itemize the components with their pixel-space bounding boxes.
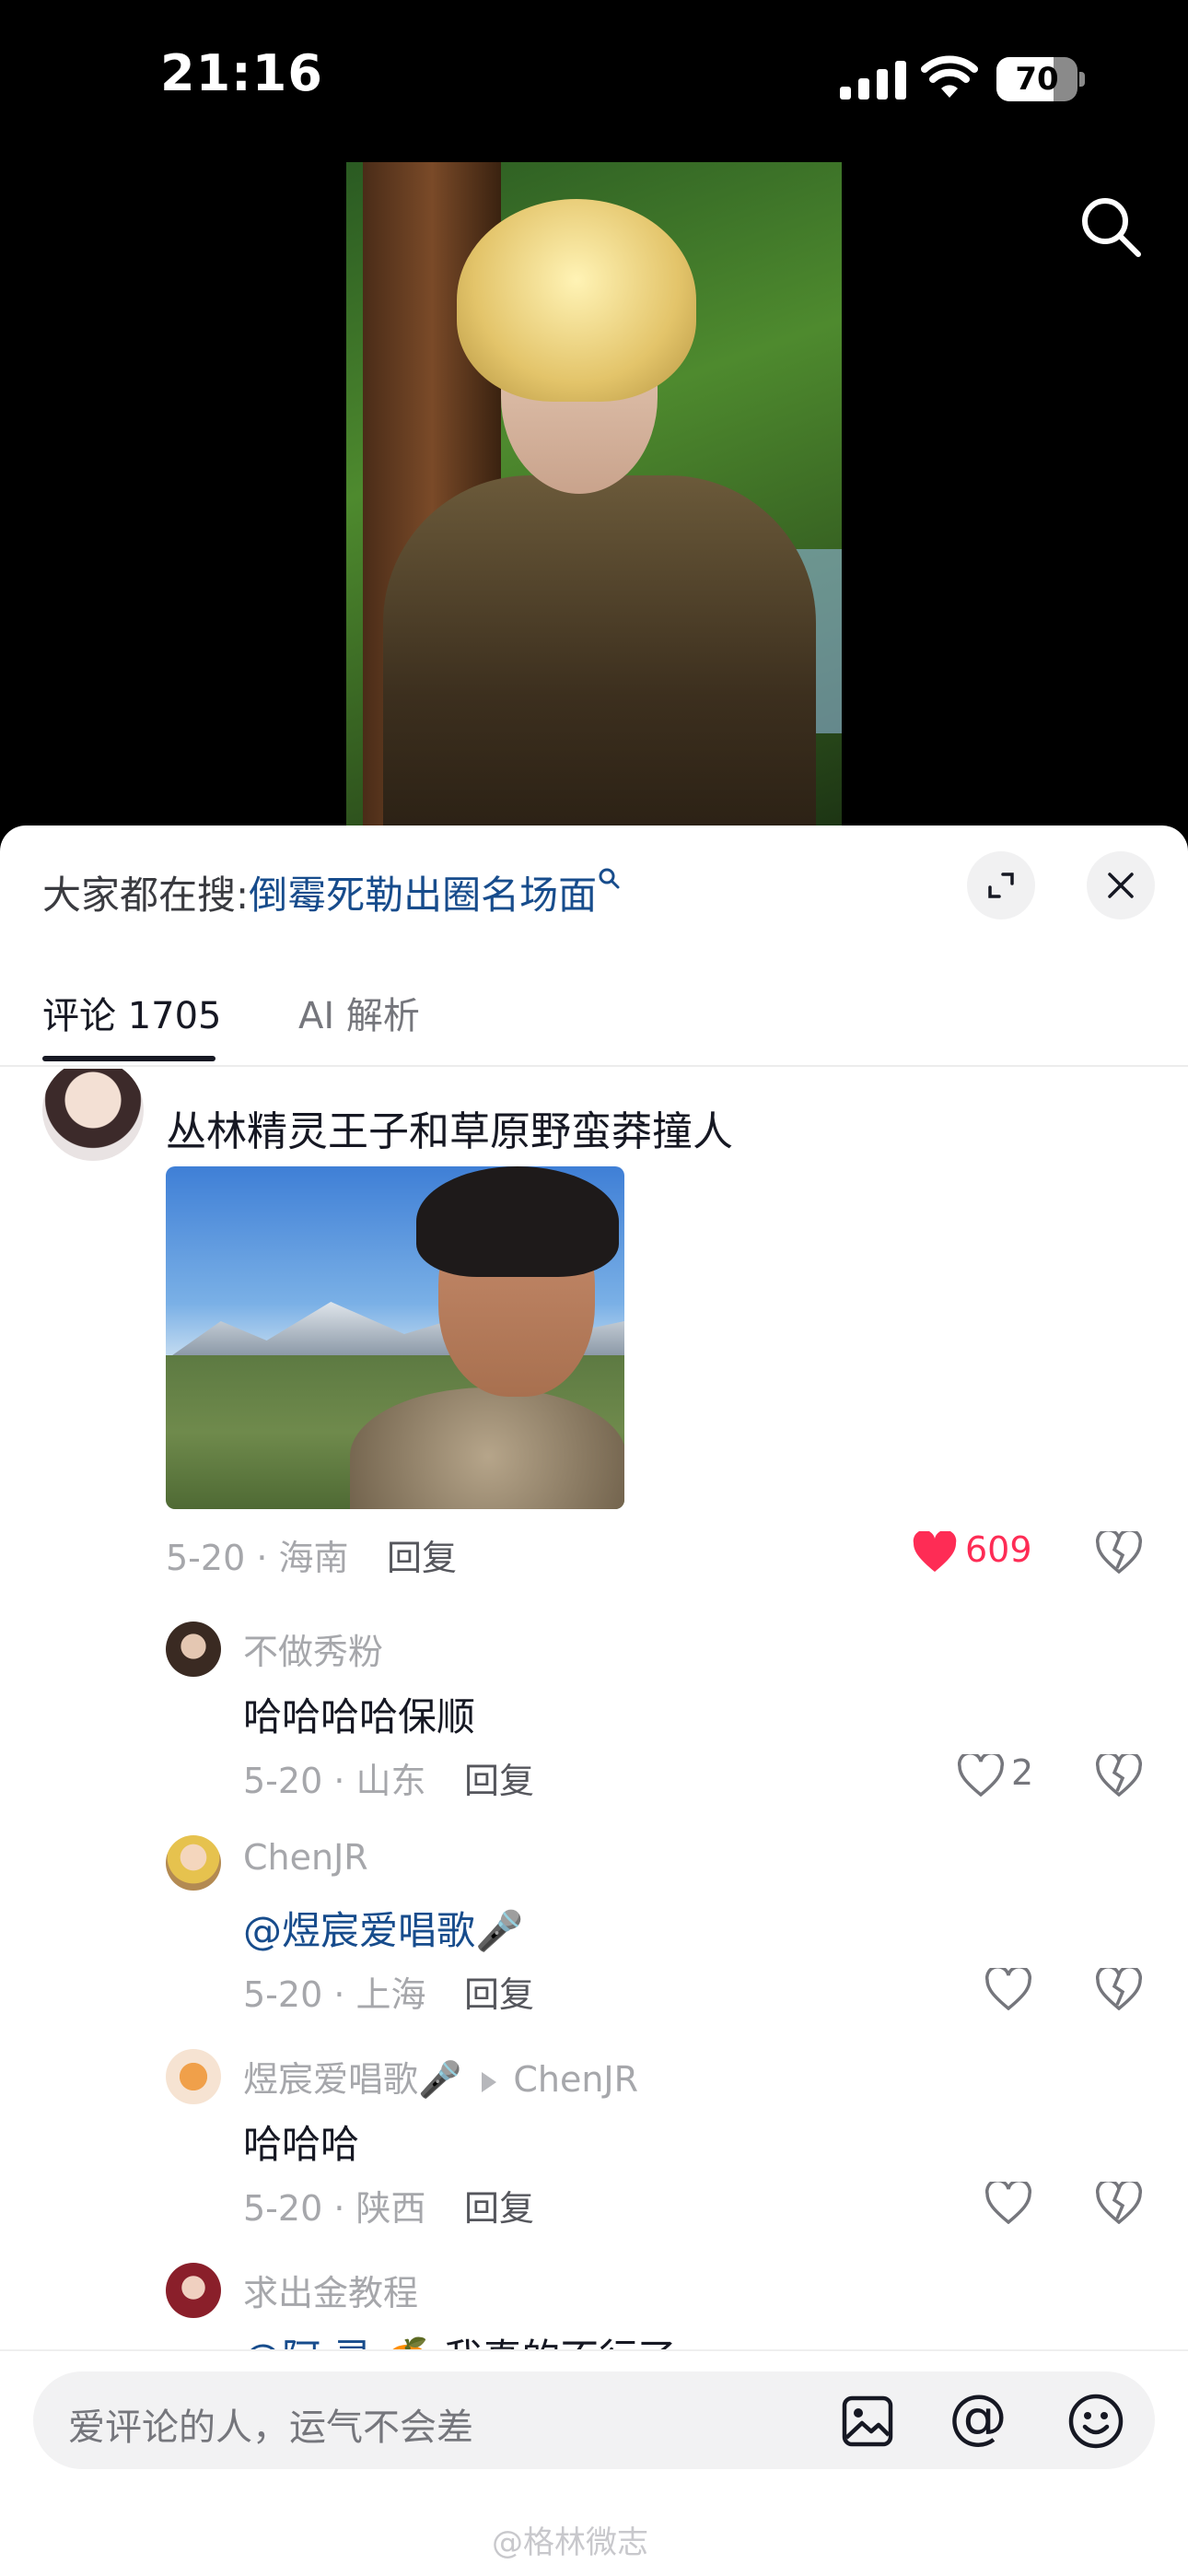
avatar[interactable]: [166, 2049, 221, 2104]
heart-icon[interactable]: [985, 2182, 1031, 2224]
expand-button[interactable]: [967, 851, 1035, 919]
video-player[interactable]: [346, 162, 842, 825]
reply-button[interactable]: 回复: [464, 1966, 534, 2017]
mention-link[interactable]: @阿 灵.🍊: [243, 2336, 432, 2349]
close-icon: [1108, 872, 1134, 898]
like-count: 2: [1011, 1752, 1034, 1793]
reply-button[interactable]: 回复: [387, 1529, 457, 1580]
comment-text: 丛林精灵王子和草原野蛮莽撞人: [166, 1108, 733, 1155]
status-time: 21:16: [160, 44, 323, 102]
reply-author-line: 煜宸爱唱歌🎤 ChenJR: [243, 2051, 638, 2102]
search-icon[interactable]: [1077, 193, 1144, 260]
like-count: 609: [965, 1529, 1032, 1570]
heart-icon[interactable]: [958, 1754, 1004, 1797]
hot-search-prefix: 大家都在搜:: [42, 872, 250, 918]
comment-input[interactable]: 爱评论的人，运气不会差 @: [33, 2371, 1155, 2469]
reply-button[interactable]: 回复: [464, 1752, 534, 1803]
heart-filled-icon[interactable]: [912, 1531, 958, 1574]
tab-ai-analysis[interactable]: AI 解析: [298, 986, 420, 1039]
dislike-icon[interactable]: [1096, 1531, 1142, 1574]
tab-bar: 评论 1705 AI 解析: [0, 973, 1188, 1067]
comment-image[interactable]: [166, 1166, 624, 1509]
avatar[interactable]: [166, 1835, 221, 1891]
signal-icon: [840, 61, 906, 100]
avatar[interactable]: [166, 1622, 221, 1677]
avatar[interactable]: [166, 2263, 221, 2318]
reply-author[interactable]: 不做秀粉: [243, 1623, 383, 1674]
reply-author[interactable]: 求出金教程: [243, 2265, 418, 2315]
emoji-icon[interactable]: [1066, 2392, 1125, 2451]
battery-icon: 70: [996, 57, 1085, 101]
at-mention-icon[interactable]: @: [949, 2388, 1007, 2447]
mention-link[interactable]: @煜宸爱唱歌🎤: [243, 1900, 523, 1956]
comment-input-bar: 爱评论的人，运气不会差 @ @格林微志: [0, 2349, 1188, 2576]
hot-search-link[interactable]: 倒霉死勒出圈名场面: [249, 872, 597, 918]
avatar[interactable]: [42, 1069, 144, 1161]
watermark: @格林微志: [492, 2524, 648, 2561]
close-button[interactable]: [1087, 851, 1155, 919]
dislike-icon[interactable]: [1096, 2182, 1142, 2224]
reply-text: 哈哈哈哈保顺: [243, 1694, 476, 1739]
dislike-icon[interactable]: [1096, 1754, 1142, 1797]
tab-comments[interactable]: 评论 1705: [42, 986, 222, 1039]
reply-button[interactable]: 回复: [464, 2180, 534, 2231]
active-tab-indicator: [42, 1056, 215, 1061]
comment-meta: 5-20 · 海南: [166, 1538, 349, 1578]
image-icon[interactable]: [840, 2394, 895, 2449]
comment-sheet: 大家都在搜:倒霉死勒出圈名场面 评论 1705 AI 解析 丛林精灵王子和草原野…: [0, 825, 1188, 2576]
reply-author[interactable]: ChenJR: [243, 1837, 368, 1878]
reply-text: 我真的不行了: [432, 2336, 676, 2349]
dislike-icon[interactable]: [1096, 1968, 1142, 2010]
search-icon: [599, 868, 620, 889]
reply-meta: 5-20 · 山东: [243, 1761, 426, 1801]
reply-author[interactable]: 煜宸爱唱歌🎤: [243, 2059, 461, 2100]
wifi-icon: [921, 55, 978, 98]
expand-icon: [988, 872, 1014, 898]
heart-icon[interactable]: [985, 1968, 1031, 2010]
reply-meta: 5-20 · 上海: [243, 1974, 426, 2015]
reply-text: 哈哈哈: [243, 2122, 360, 2167]
reply-to-name[interactable]: ChenJR: [513, 2059, 638, 2100]
reply-text-line: @阿 灵.🍊 我真的不行了: [243, 2327, 676, 2349]
reply-meta: 5-20 · 陕西: [243, 2188, 426, 2229]
comment-input-placeholder: 爱评论的人，运气不会差: [68, 2406, 473, 2449]
hot-search[interactable]: 大家都在搜:倒霉死勒出圈名场面: [42, 864, 621, 920]
comment-list[interactable]: 丛林精灵王子和草原野蛮莽撞人 5-20 · 海南 回复 609 不做秀粉 哈哈哈…: [0, 1069, 1188, 2349]
battery-level: 70: [1015, 61, 1059, 98]
reply-to-arrow-icon: [482, 2071, 497, 2092]
status-bar: 21:16 70: [0, 0, 1188, 157]
